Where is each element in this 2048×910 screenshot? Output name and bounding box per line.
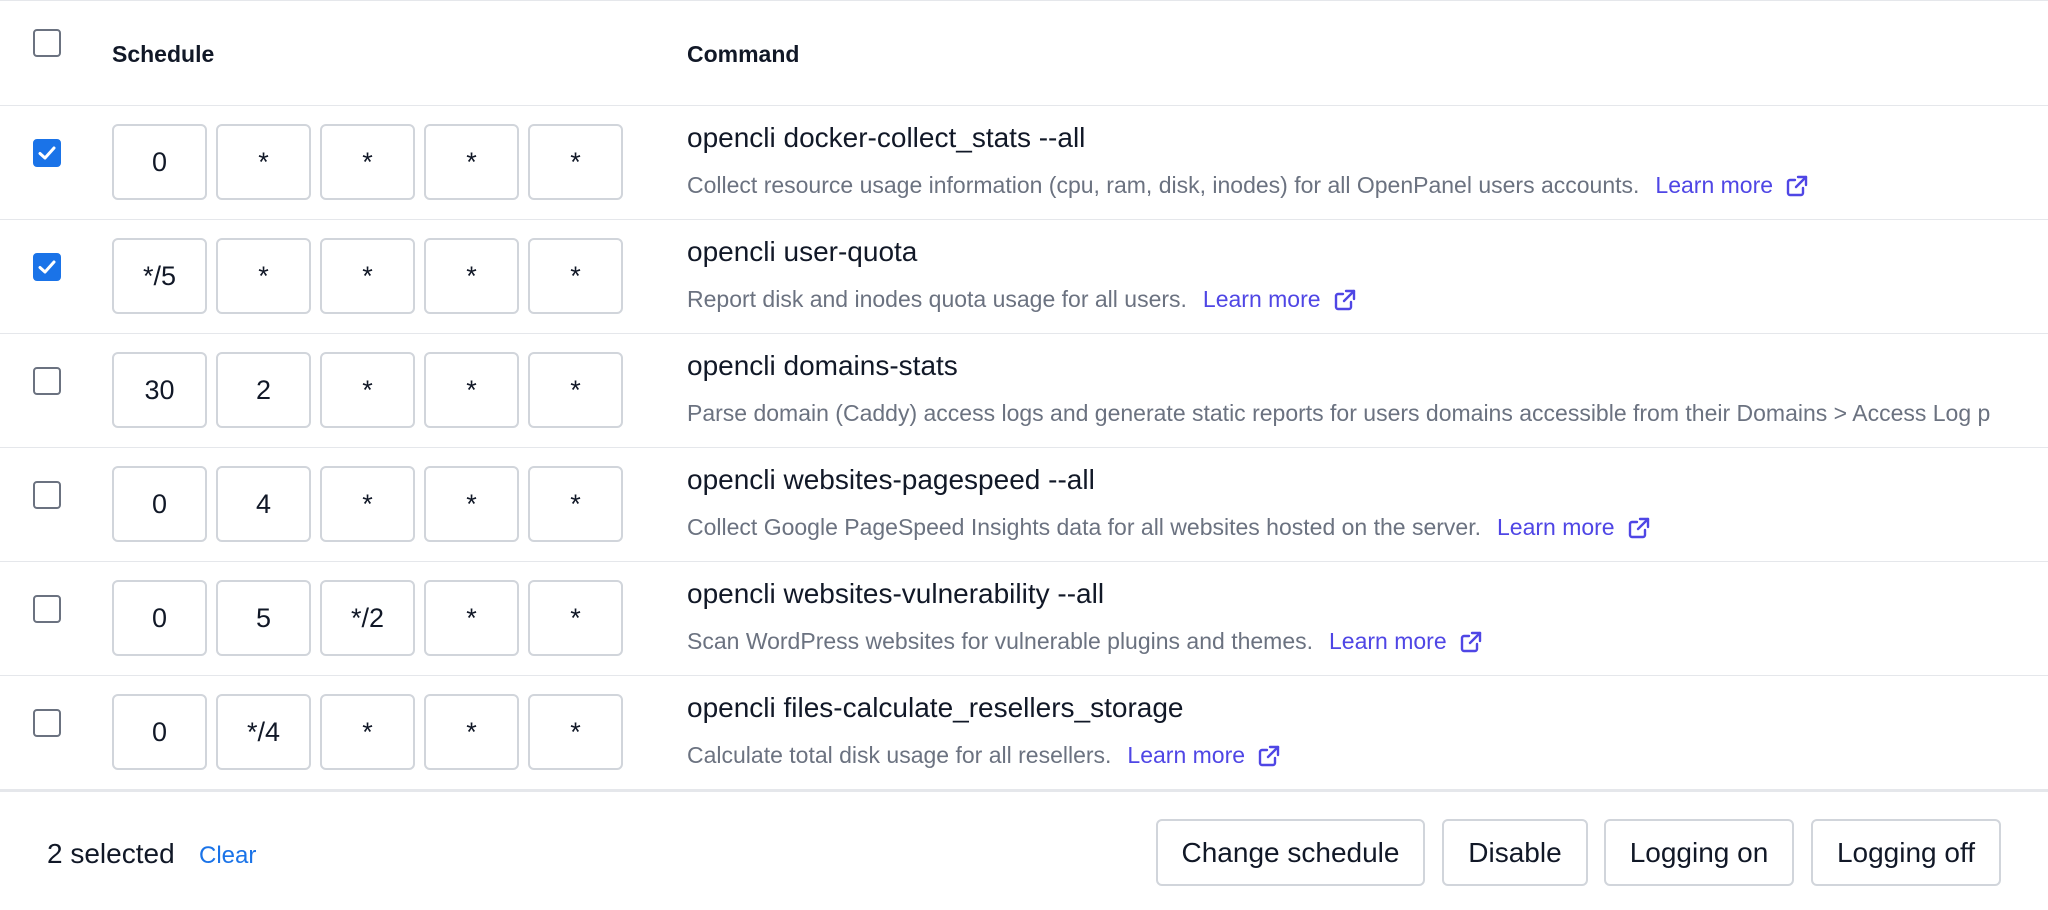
logging-off-button[interactable]: Logging off (1811, 819, 2001, 886)
learn-more-label: Learn more (1127, 742, 1246, 768)
command-description-line: Report disk and inodes quota usage for a… (687, 286, 1357, 313)
command-description: Calculate total disk usage for all resel… (687, 742, 1112, 768)
command-text: opencli files-calculate_resellers_storag… (687, 692, 1184, 723)
cron-job-row: opencli user-quota Report disk and inodes… (0, 220, 2048, 334)
cron-job-row: opencli domains-stats Parse domain (Caddy… (0, 334, 2048, 448)
change-schedule-button[interactable]: Change schedule (1156, 819, 1425, 886)
bulk-actions-bar: 2 selected Clear Change schedule Disable… (0, 790, 2048, 910)
command-description: Collect resource usage information (cpu,… (687, 172, 1640, 198)
select-all-checkbox[interactable] (33, 29, 61, 57)
table-header: Schedule Command (0, 1, 2048, 106)
schedule-day-of-month-input[interactable] (320, 124, 415, 200)
schedule-month-input[interactable] (424, 466, 519, 542)
row-select-checkbox[interactable] (33, 595, 61, 623)
external-link-icon (1258, 745, 1280, 766)
schedule-minute-input[interactable] (112, 124, 207, 200)
schedule-minute-input[interactable] (112, 352, 207, 428)
schedule-day-of-week-input[interactable] (528, 124, 623, 200)
schedule-column-header: Schedule (112, 41, 215, 67)
schedule-day-of-week-input[interactable] (528, 466, 623, 542)
schedule-day-of-week-input[interactable] (528, 352, 623, 428)
command-description-line: Collect Google PageSpeed Insights data f… (687, 514, 1651, 541)
external-link-icon (1786, 175, 1808, 196)
row-select-checkbox[interactable] (33, 709, 61, 737)
command-description: Report disk and inodes quota usage for a… (687, 286, 1187, 312)
learn-more-link[interactable]: Learn more (1203, 286, 1357, 313)
external-link-icon (1334, 289, 1355, 310)
schedule-day-of-month-input[interactable] (320, 238, 415, 314)
command-description-line: Collect resource usage information (cpu,… (687, 172, 1809, 199)
command-description-line: Calculate total disk usage for all resel… (687, 742, 1281, 769)
row-select-checkbox[interactable] (33, 253, 61, 281)
logging-on-button[interactable]: Logging on (1604, 819, 1794, 886)
row-select-checkbox[interactable] (33, 481, 61, 509)
command-column-header: Command (687, 41, 800, 67)
schedule-hour-input[interactable] (216, 466, 311, 542)
schedule-hour-input[interactable] (216, 694, 311, 770)
command-text: opencli docker-collect_stats --all (687, 122, 1086, 153)
cron-job-row: opencli websites-pagespeed --all Collect … (0, 448, 2048, 562)
schedule-minute-input[interactable] (112, 580, 207, 656)
schedule-month-input[interactable] (424, 352, 519, 428)
schedule-day-of-week-input[interactable] (528, 694, 623, 770)
schedule-minute-input[interactable] (112, 238, 207, 314)
selected-count: 2 selected (47, 838, 175, 869)
command-text: opencli websites-vulnerability --all (687, 578, 1105, 609)
command-description: Parse domain (Caddy) access logs and gen… (687, 400, 1991, 426)
schedule-day-of-month-input[interactable] (320, 352, 415, 428)
cron-job-row: opencli docker-collect_stats --all Collec… (0, 106, 2048, 220)
cron-job-row: opencli files-calculate_resellers_storag… (0, 676, 2048, 790)
external-link-icon (1460, 631, 1481, 652)
schedule-hour-input[interactable] (216, 124, 311, 200)
command-description: Scan WordPress websites for vulnerable p… (687, 628, 1314, 654)
schedule-month-input[interactable] (424, 580, 519, 656)
schedule-day-of-week-input[interactable] (528, 580, 623, 656)
schedule-hour-input[interactable] (216, 352, 311, 428)
check-icon (38, 260, 56, 274)
schedule-hour-input[interactable] (216, 238, 311, 314)
schedule-month-input[interactable] (424, 238, 519, 314)
learn-more-link[interactable]: Learn more (1329, 628, 1483, 655)
schedule-month-input[interactable] (424, 694, 519, 770)
schedule-day-of-month-input[interactable] (320, 694, 415, 770)
command-description: Collect Google PageSpeed Insights data f… (687, 514, 1481, 540)
learn-more-link[interactable]: Learn more (1655, 172, 1809, 199)
schedule-day-of-month-input[interactable] (320, 466, 415, 542)
schedule-minute-input[interactable] (112, 694, 207, 770)
learn-more-label: Learn more (1496, 514, 1615, 540)
command-text: opencli websites-pagespeed --all (687, 464, 1095, 495)
command-text: opencli user-quota (687, 236, 918, 267)
command-description-line: Parse domain (Caddy) access logs and gen… (687, 400, 1990, 427)
row-select-checkbox[interactable] (33, 367, 61, 395)
command-description-line: Scan WordPress websites for vulnerable p… (687, 628, 1483, 655)
external-link-icon (1628, 517, 1649, 538)
check-icon (38, 146, 56, 160)
clear-selection-link[interactable]: Clear (199, 842, 256, 870)
learn-more-label: Learn more (1202, 286, 1321, 312)
row-select-checkbox[interactable] (33, 139, 61, 167)
schedule-hour-input[interactable] (216, 580, 311, 656)
learn-more-link[interactable]: Learn more (1127, 742, 1281, 769)
disable-button[interactable]: Disable (1442, 819, 1588, 886)
schedule-minute-input[interactable] (112, 466, 207, 542)
learn-more-label: Learn more (1329, 628, 1447, 654)
cron-job-row: opencli websites-vulnerability --all Scan… (0, 562, 2048, 676)
schedule-day-of-week-input[interactable] (528, 238, 623, 314)
learn-more-link[interactable]: Learn more (1497, 514, 1651, 541)
learn-more-label: Learn more (1655, 172, 1774, 198)
schedule-month-input[interactable] (424, 124, 519, 200)
schedule-day-of-month-input[interactable] (320, 580, 415, 656)
command-text: opencli domains-stats (687, 350, 958, 381)
